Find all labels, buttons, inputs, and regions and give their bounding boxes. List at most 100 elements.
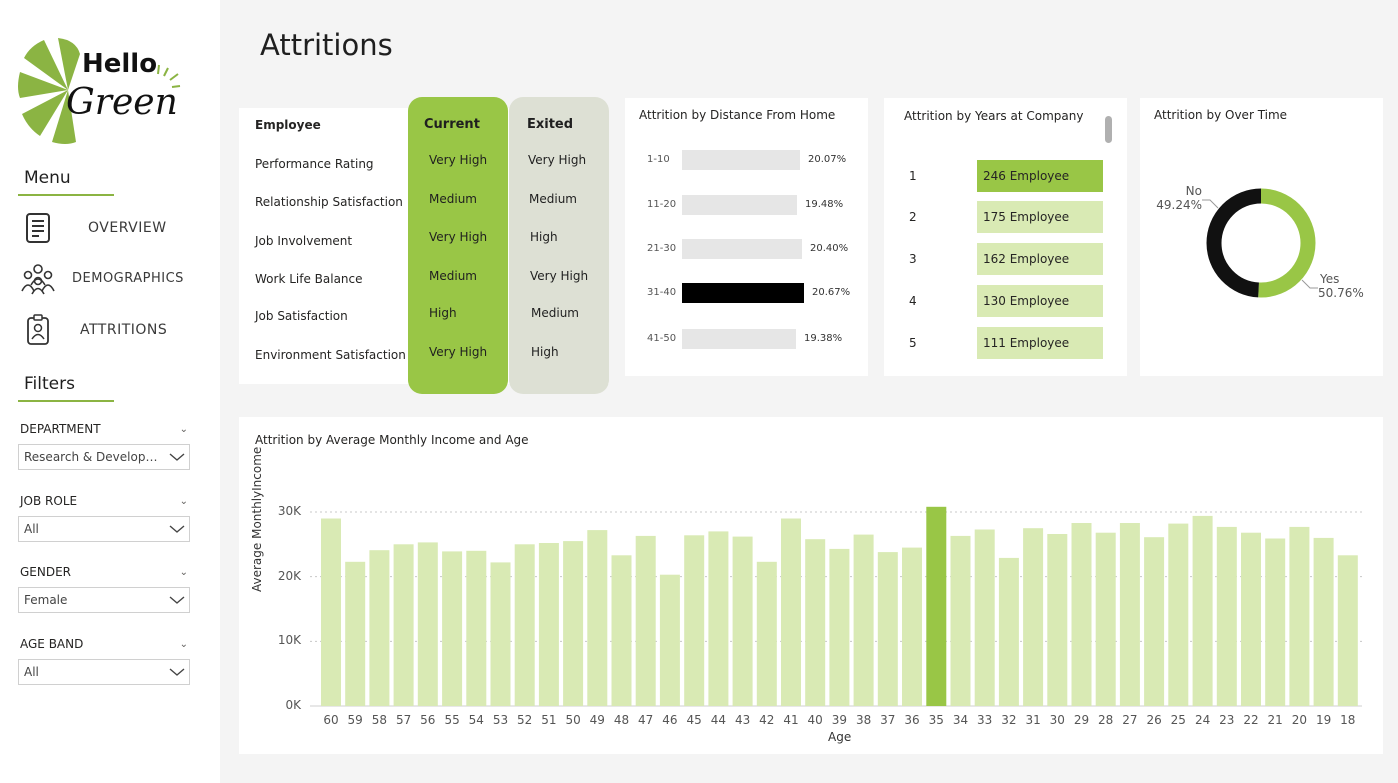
- current-value: Medium: [429, 269, 477, 283]
- distance-bar-value: 20.40%: [810, 243, 849, 254]
- chevron-down-icon[interactable]: ⌄: [180, 496, 188, 507]
- chevron-down-icon[interactable]: ⌄: [180, 424, 188, 435]
- exited-value: High: [530, 230, 558, 244]
- x-tick-label: 40: [807, 713, 823, 727]
- menu-label-overview: OVERVIEW: [88, 220, 167, 236]
- donut-leader-yes: [1301, 279, 1318, 289]
- department-dropdown[interactable]: Research & Developm...: [18, 444, 190, 470]
- current-value: High: [429, 306, 457, 320]
- filters-underline: [18, 400, 114, 402]
- x-tick-label: 43: [734, 713, 751, 727]
- distance-bar: [682, 329, 796, 349]
- exited-value: High: [531, 345, 559, 359]
- gender-value: Female: [24, 593, 68, 607]
- distance-bar-value: 20.67%: [812, 287, 851, 298]
- filters-title: Filters: [24, 374, 75, 394]
- comparison-row-label: Job Satisfaction: [255, 309, 348, 323]
- overtime-donut: [1202, 188, 1318, 298]
- filter-department: DEPARTMENT ⌄ Research & Developm...: [18, 420, 190, 470]
- chevron-down-icon: [169, 525, 185, 533]
- x-tick-label: 48: [613, 713, 630, 727]
- exited-value: Medium: [531, 306, 579, 320]
- filter-job-role-label: JOB ROLE: [20, 494, 78, 508]
- x-tick-label: 27: [1122, 713, 1138, 727]
- x-tick-label: 47: [638, 713, 654, 727]
- x-tick-label: 38: [855, 713, 872, 727]
- document-list-icon: [18, 208, 58, 248]
- donut-label-no: No 49.24%: [1156, 184, 1202, 212]
- menu-label-attritions: ATTRITIONS: [80, 322, 168, 338]
- distance-title: Attrition by Distance From Home: [639, 108, 836, 122]
- x-tick-label: 39: [831, 713, 848, 727]
- x-tick-label: 26: [1146, 713, 1162, 727]
- x-tick-label: 25: [1170, 713, 1186, 727]
- x-tick-label: 33: [977, 713, 993, 727]
- distance-bar: [682, 239, 802, 259]
- distance-bar: [682, 150, 800, 170]
- comparison-row-label: Performance Rating: [255, 157, 374, 171]
- x-tick-label: 37: [880, 713, 896, 727]
- header-employee: Employee: [255, 118, 321, 132]
- years-employee-box: 111 Employee: [977, 327, 1103, 359]
- x-tick-label: 24: [1194, 713, 1211, 727]
- years-number: 2: [909, 210, 917, 224]
- menu-underline: [18, 194, 114, 196]
- sidebar: Hello Green Menu OVERVIEW DEMOGRAPHICS A…: [0, 0, 220, 783]
- header-exited: Exited: [527, 117, 574, 132]
- menu-item-attritions[interactable]: ATTRITIONS: [18, 310, 208, 350]
- x-tick-label: 59: [347, 713, 363, 727]
- svg-text:Green: Green: [66, 82, 178, 123]
- current-value: Very High: [429, 153, 488, 167]
- x-tick-label: 23: [1219, 713, 1235, 727]
- x-tick-label: 30: [1049, 713, 1065, 727]
- page-title: Attritions: [260, 28, 393, 62]
- years-scrollbar[interactable]: [1105, 116, 1112, 143]
- distance-bin-label: 21-30: [647, 243, 677, 254]
- menu-item-overview[interactable]: OVERVIEW: [18, 208, 208, 248]
- overtime-title: Attrition by Over Time: [1154, 108, 1288, 122]
- exited-value: Very High: [530, 269, 589, 283]
- x-tick-label: 35: [928, 713, 944, 727]
- age-band-dropdown[interactable]: All: [18, 659, 190, 685]
- years-number: 1: [909, 169, 917, 183]
- x-tick-label: 22: [1243, 713, 1259, 727]
- x-tick-label: 41: [783, 713, 799, 727]
- exited-column: [509, 97, 609, 394]
- menu-item-demographics[interactable]: DEMOGRAPHICS: [18, 258, 208, 298]
- distance-bar: [682, 283, 804, 303]
- filter-age-band-label: AGE BAND: [20, 637, 84, 651]
- distance-bin-label: 31-40: [647, 287, 677, 298]
- comparison-row-label: Work Life Balance: [255, 272, 363, 286]
- id-badge-icon: [18, 310, 58, 350]
- comparison-row-label: Environment Satisfaction: [255, 348, 406, 362]
- job-role-dropdown[interactable]: All: [18, 516, 190, 542]
- income-age-card: Attrition by Average Monthly Income and …: [239, 417, 1383, 754]
- x-tick-label: 31: [1025, 713, 1041, 727]
- x-tick-label: 56: [420, 713, 436, 727]
- current-value: Very High: [429, 345, 488, 359]
- x-axis-label: Age: [828, 730, 852, 744]
- chevron-down-icon[interactable]: ⌄: [180, 567, 188, 578]
- distance-bar: [682, 195, 797, 215]
- x-tick-label: 19: [1315, 713, 1332, 727]
- chevron-down-icon: [169, 453, 185, 461]
- filter-gender: GENDER ⌄ Female: [18, 563, 190, 613]
- lime-logo-icon: Hello Green: [18, 38, 181, 144]
- x-tick-label: 53: [492, 713, 509, 727]
- chevron-down-icon[interactable]: ⌄: [180, 639, 188, 650]
- age-band-value: All: [24, 665, 39, 679]
- x-tick-label: 54: [468, 713, 484, 727]
- gender-dropdown[interactable]: Female: [18, 587, 190, 613]
- years-number: 5: [909, 336, 917, 350]
- y-tick-label: 10K: [277, 633, 301, 648]
- x-tick-label: 32: [1001, 713, 1017, 727]
- exited-value: Medium: [529, 192, 577, 206]
- x-tick-label: 49: [589, 713, 605, 727]
- years-title: Attrition by Years at Company: [904, 109, 1084, 123]
- header-current: Current: [424, 117, 480, 132]
- x-tick-label: 50: [565, 713, 581, 727]
- x-tick-label: 46: [662, 713, 678, 727]
- filter-job-role: JOB ROLE ⌄ All: [18, 492, 190, 542]
- brand-logo: Hello Green: [14, 32, 184, 147]
- years-employee-box: 162 Employee: [977, 243, 1103, 275]
